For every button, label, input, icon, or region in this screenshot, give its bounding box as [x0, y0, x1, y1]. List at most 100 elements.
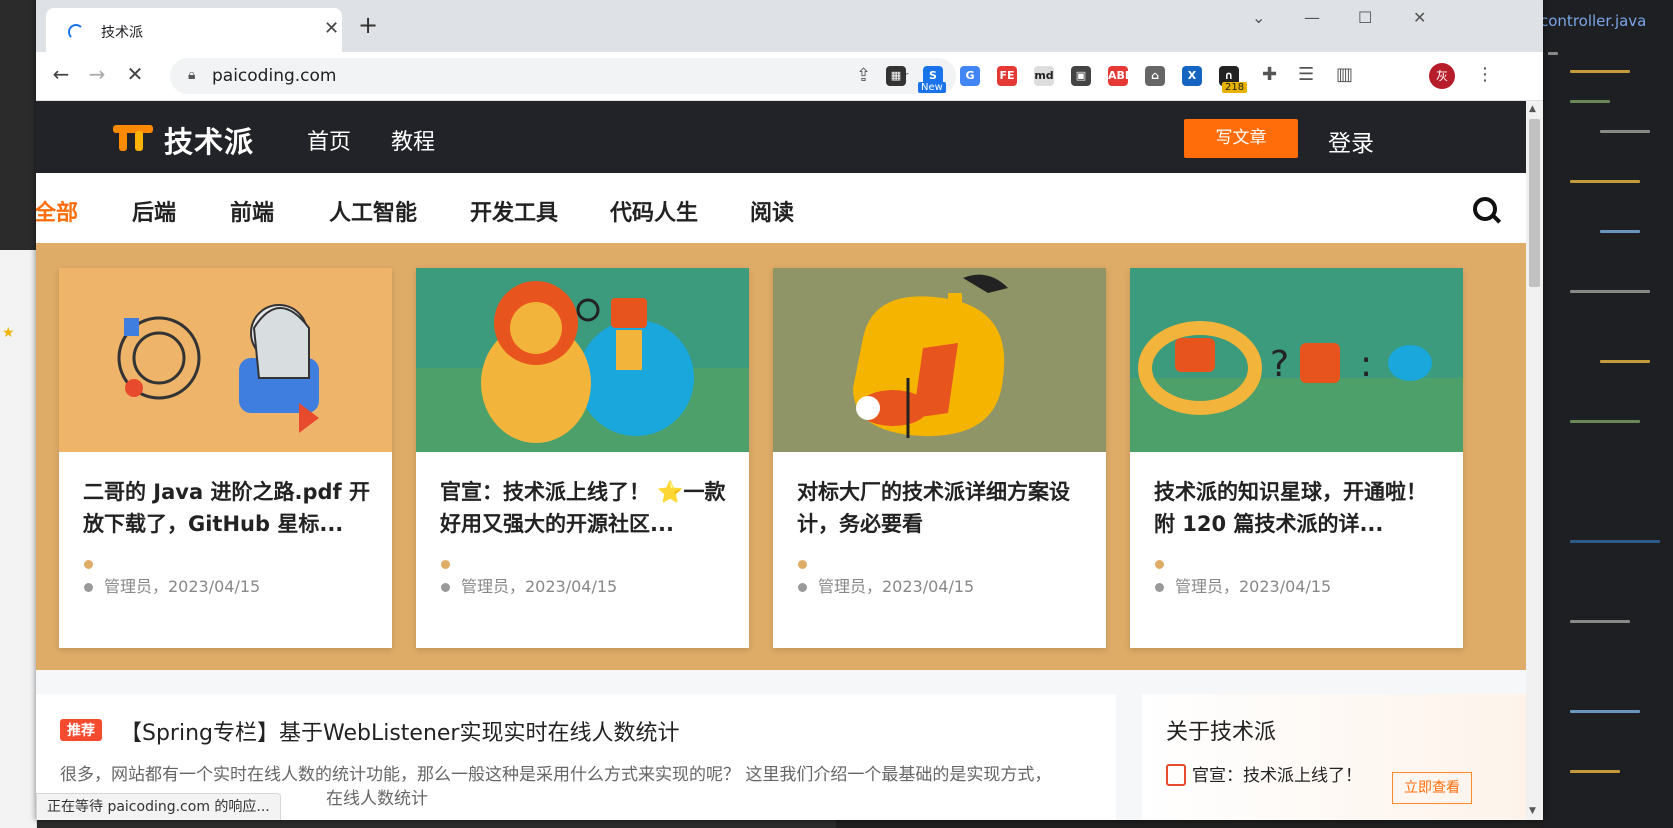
code-line — [1600, 230, 1640, 233]
qr-code-icon[interactable]: ▦ — [886, 66, 906, 86]
card-title[interactable]: 对标大厂的技术派详细方案设计，务必要看 — [797, 476, 1089, 540]
browser-toolbar: ← → ✕ 🔒︎ paicoding.com ⇪ ☆ ▦SGFEmd▣ABP⌂X… — [36, 52, 1543, 101]
featured-banner: 二哥的 Java 进阶之路.pdf 开放下载了，GitHub 星标... 管理员… — [36, 243, 1526, 670]
card-illustration-fox[interactable] — [773, 268, 1106, 452]
nav-tutorial[interactable]: 教程 — [391, 124, 435, 156]
code-line — [1570, 540, 1660, 543]
card-meta: 管理员，2023/04/15 — [1155, 573, 1331, 597]
card-title[interactable]: 二哥的 Java 进阶之路.pdf 开放下载了，GitHub 星标... — [83, 476, 375, 540]
code-line — [1570, 180, 1640, 183]
svg-text:?: ? — [1270, 344, 1289, 385]
browser-window: 技术派 ✕ + ⌄ — ☐ ✕ ← → ✕ 🔒︎ paicoding.com ⇪… — [36, 0, 1543, 820]
login-link[interactable]: 登录 — [1328, 124, 1374, 158]
sidebar-title: 关于技术派 — [1166, 720, 1277, 745]
category-code-life[interactable]: 代码人生 — [610, 195, 698, 227]
svg-text::: : — [1360, 344, 1372, 385]
article-title[interactable]: 【Spring专栏】基于WebListener实现实时在线人数统计 — [120, 715, 679, 747]
card-dot — [1155, 560, 1164, 569]
card-title[interactable]: 技术派的知识星球，开通啦！附 120 篇技术派的详... — [1154, 476, 1446, 540]
ide-chevron-up-icon[interactable] — [1548, 52, 1558, 55]
reading-list-icon[interactable]: ☰ — [1298, 64, 1314, 85]
tab-title: 技术派 — [101, 25, 143, 41]
category-ai[interactable]: 人工智能 — [329, 195, 417, 227]
browser-tab[interactable]: 技术派 ✕ — [46, 8, 342, 52]
featured-card[interactable]: 对标大厂的技术派详细方案设计，务必要看 管理员，2023/04/15 — [773, 268, 1106, 648]
maximize-button[interactable]: ☐ — [1358, 8, 1372, 27]
card-dot — [441, 560, 450, 569]
category-all[interactable]: 全部 — [36, 195, 78, 227]
code-line — [1570, 620, 1630, 623]
code-line — [1570, 420, 1640, 423]
fe-helper-icon[interactable]: FE — [997, 66, 1017, 86]
new-tab-button[interactable]: + — [358, 13, 378, 37]
category-bar: 全部 后端 前端 人工智能 开发工具 代码人生 阅读 — [36, 173, 1526, 243]
code-line — [1600, 360, 1650, 363]
card-illustration-security[interactable] — [59, 268, 392, 452]
logo-text[interactable]: 技术派 — [164, 119, 254, 161]
adblock-icon[interactable]: ABP — [1108, 66, 1133, 86]
status-bar: 正在等待 paicoding.com 的响应... — [36, 793, 281, 820]
scroll-down-arrow-icon[interactable]: ▼ — [1529, 806, 1536, 816]
scroll-up-arrow-icon[interactable]: ▲ — [1529, 104, 1536, 114]
count-badge: 218 — [1222, 82, 1248, 93]
back-button[interactable]: ← — [48, 62, 74, 86]
lock-icon[interactable]: 🔒︎ — [188, 67, 195, 83]
web-page: 技术派 首页 教程 写文章 登录 全部 后端 前端 人工智能 开发工具 代码人生… — [36, 101, 1526, 820]
write-article-button[interactable]: 写文章 — [1184, 119, 1298, 158]
recommend-badge: 推荐 — [60, 719, 102, 741]
article-summary: 很多，网站都有一个实时在线人数的统计功能，那么一般这种是采用什么方式来实现的呢？… — [60, 765, 1052, 785]
search-icon[interactable] — [1473, 197, 1497, 221]
sidebar-link[interactable]: 官宣：技术派上线了！ — [1192, 761, 1362, 786]
card-meta: 管理员，2023/04/15 — [798, 573, 974, 597]
site-header: 技术派 首页 教程 写文章 登录 — [36, 101, 1526, 173]
extension-house-icon[interactable]: ⌂ — [1145, 66, 1165, 86]
code-line — [1570, 290, 1650, 293]
view-now-button[interactable]: 立即查看 — [1392, 772, 1472, 804]
extensions-puzzle-icon[interactable]: ✚ — [1262, 64, 1277, 85]
url-text[interactable]: paicoding.com — [212, 66, 336, 86]
side-panel-icon[interactable]: ▥ — [1336, 64, 1353, 85]
featured-card[interactable]: 官宣：技术派上线了！ ⭐一款好用又强大的开源社区... 管理员，2023/04/… — [416, 268, 749, 648]
card-meta: 管理员，2023/04/15 — [441, 573, 617, 597]
category-backend[interactable]: 后端 — [132, 195, 176, 227]
card-illustration-lion-robot[interactable] — [416, 268, 749, 452]
x-extension-icon[interactable]: X — [1182, 66, 1202, 86]
ide-tab-label[interactable]: controller.java — [1540, 12, 1646, 30]
minimize-button[interactable]: — — [1304, 8, 1320, 27]
background-app-left: ★ — [0, 0, 37, 828]
forward-button[interactable]: → — [84, 62, 110, 86]
scrollbar-thumb[interactable] — [1529, 119, 1540, 287]
close-tab-icon[interactable]: ✕ — [324, 18, 339, 39]
markdown-icon[interactable]: md — [1034, 66, 1054, 86]
category-frontend[interactable]: 前端 — [230, 195, 274, 227]
logo-icon[interactable] — [113, 123, 153, 153]
tab-search-chevron-icon[interactable]: ⌄ — [1252, 8, 1265, 27]
category-devtools[interactable]: 开发工具 — [470, 195, 558, 227]
code-line — [1570, 710, 1640, 713]
profile-avatar[interactable]: 灰 — [1429, 63, 1455, 89]
code-line — [1570, 100, 1610, 103]
address-bar[interactable]: 🔒︎ paicoding.com ⇪ ☆ — [170, 58, 956, 94]
close-window-button[interactable]: ✕ — [1413, 8, 1426, 27]
menu-kebab-icon[interactable]: ⋮ — [1476, 64, 1494, 85]
loading-spinner-icon — [68, 24, 84, 40]
card-dot — [798, 560, 807, 569]
page-scrollbar[interactable]: ▲ ▼ — [1526, 101, 1543, 820]
card-title[interactable]: 官宣：技术派上线了！ ⭐一款好用又强大的开源社区... — [440, 476, 732, 540]
featured-card[interactable]: ? : 技术派的知识星球，开通啦！附 120 篇技术派的详... 管理员，202… — [1130, 268, 1463, 648]
nav-home[interactable]: 首页 — [307, 124, 351, 156]
stop-loading-button[interactable]: ✕ — [122, 62, 148, 86]
qr-scan-icon[interactable]: ▣ — [1071, 66, 1091, 86]
star-icon: ★ — [2, 325, 15, 341]
translate-icon[interactable]: G — [960, 66, 980, 86]
card-dot — [84, 560, 93, 569]
card-illustration-robots[interactable]: ? : — [1130, 268, 1463, 452]
code-line — [1570, 770, 1620, 773]
ide-window: controller.java — [1540, 0, 1673, 828]
share-icon[interactable]: ⇪ — [856, 65, 871, 86]
card-meta: 管理员，2023/04/15 — [84, 573, 260, 597]
background-app-titlebar — [0, 0, 36, 250]
category-reading[interactable]: 阅读 — [750, 195, 794, 227]
new-badge: New — [918, 82, 946, 93]
featured-card[interactable]: 二哥的 Java 进阶之路.pdf 开放下载了，GitHub 星标... 管理员… — [59, 268, 392, 648]
